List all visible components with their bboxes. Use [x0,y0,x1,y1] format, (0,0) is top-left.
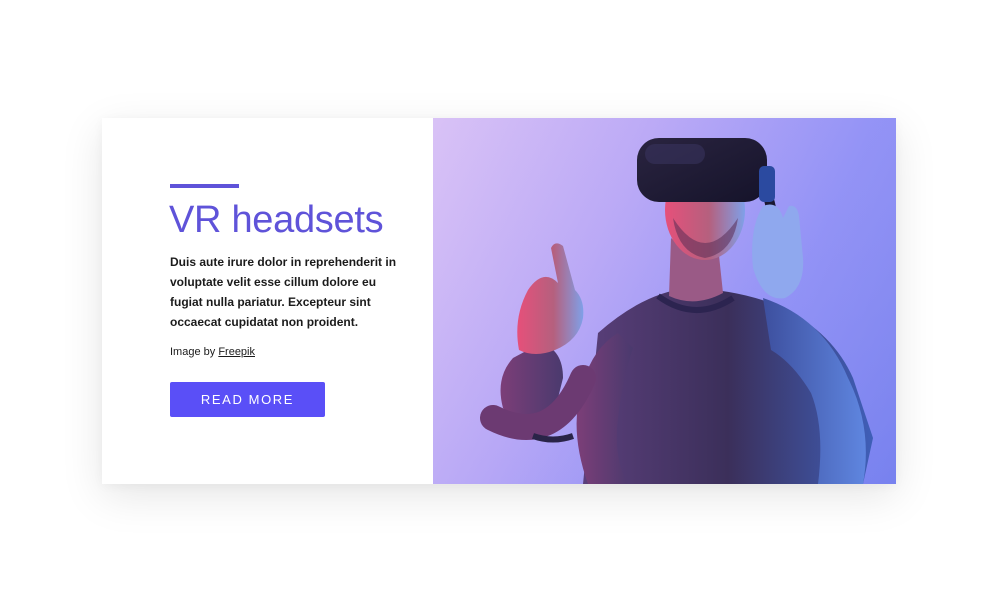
accent-divider [170,184,239,188]
image-credit-prefix: Image by [170,346,219,358]
freepik-link[interactable]: Freepik [218,346,255,358]
card-description: Duis aute irure dolor in reprehenderit i… [170,255,397,329]
vr-headset-photo [433,118,896,484]
image-credit: Image by Freepik [170,344,255,360]
text-column: VR headsets Duis aute irure dolor in rep… [102,118,433,484]
card-title: VR headsets [169,199,384,241]
feature-card: VR headsets Duis aute irure dolor in rep… [102,118,896,484]
read-more-button[interactable]: READ MORE [170,382,325,417]
vr-person-illustration [433,118,896,484]
